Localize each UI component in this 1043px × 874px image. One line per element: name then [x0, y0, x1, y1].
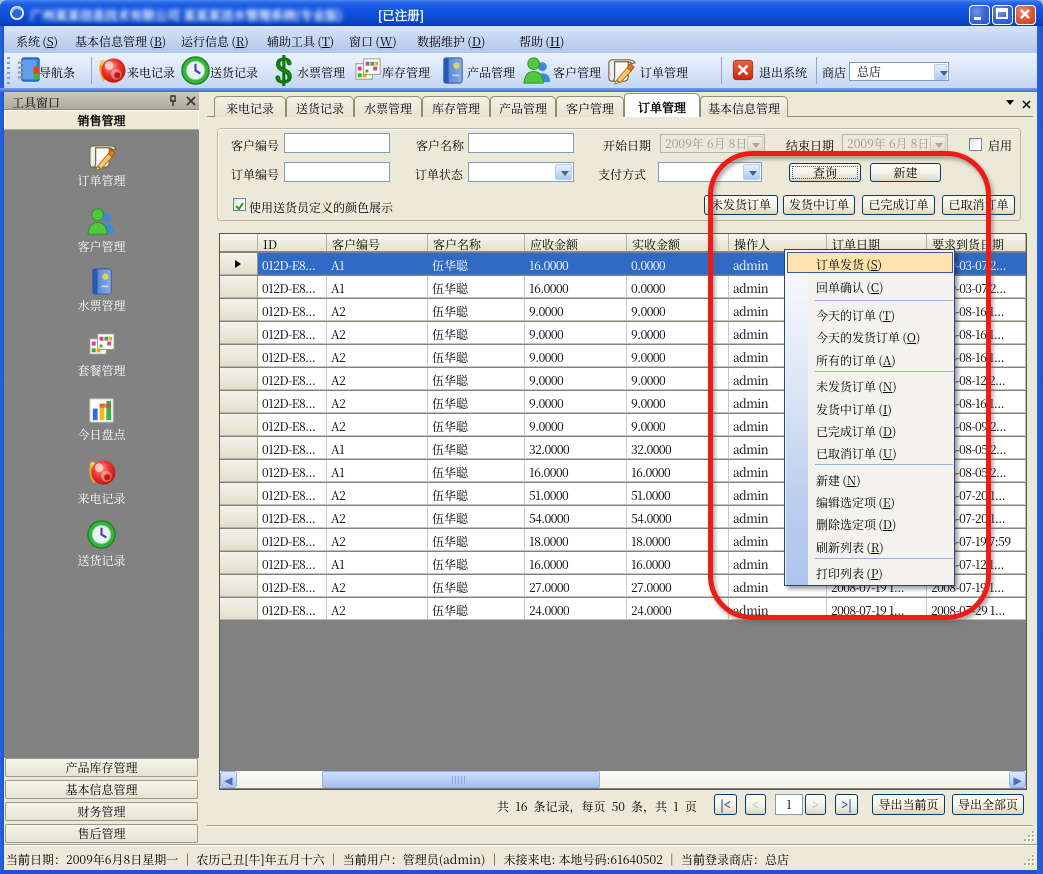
svg-text:$: $ [274, 55, 292, 86]
